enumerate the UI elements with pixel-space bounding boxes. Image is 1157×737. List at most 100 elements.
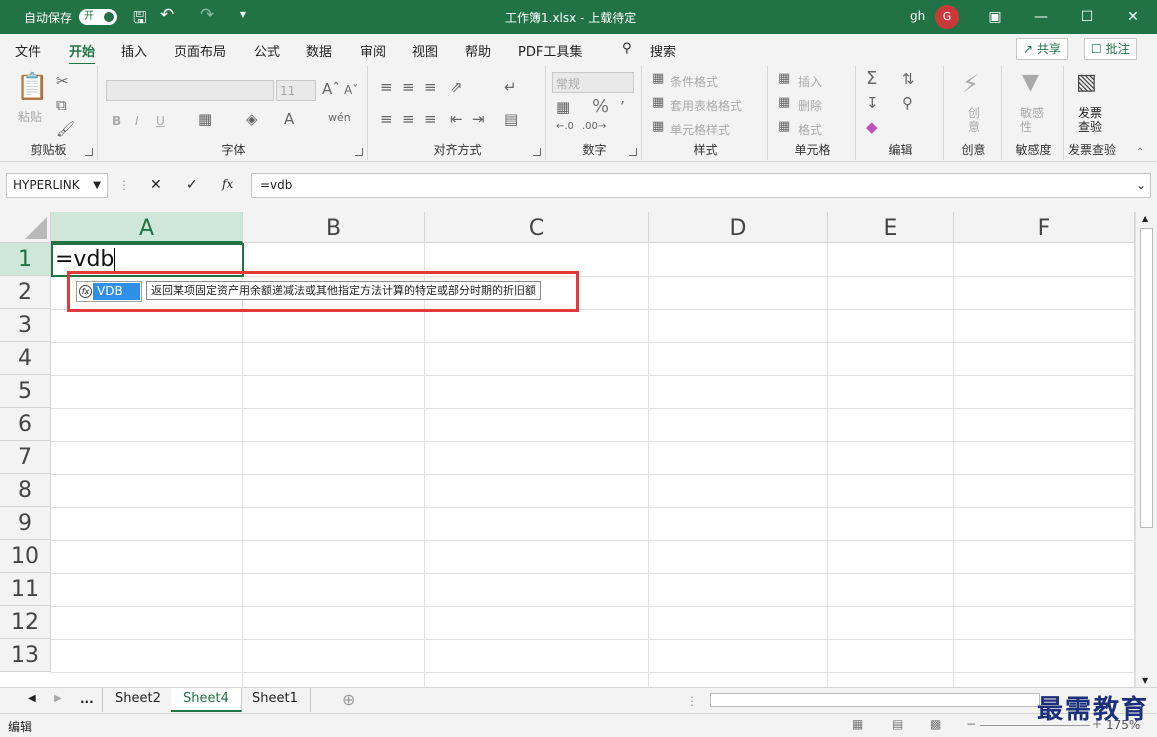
row-header-11[interactable]: 11	[0, 573, 51, 606]
maximize-button[interactable]: ☐	[1074, 4, 1100, 30]
save-icon[interactable]: 🖫	[133, 7, 147, 34]
font-color-icon[interactable]: A	[284, 112, 294, 127]
tab-file[interactable]: 文件	[15, 41, 41, 60]
row-header-7[interactable]: 7	[0, 441, 51, 474]
conditional-format-button[interactable]: 条件格式	[670, 73, 718, 90]
delete-cells-button[interactable]: 删除	[798, 97, 822, 114]
align-top-icon[interactable]: ≡	[380, 80, 393, 95]
page-layout-view-icon[interactable]: ▤	[892, 717, 903, 731]
column-header-c[interactable]: C	[425, 212, 649, 243]
decrease-decimal-icon[interactable]: .00→	[582, 122, 606, 132]
expand-formula-icon[interactable]: ⌄	[1136, 174, 1146, 197]
cell-styles-button[interactable]: 单元格样式	[670, 121, 730, 138]
font-name-combo[interactable]	[106, 80, 274, 101]
paste-icon[interactable]: 📋	[16, 74, 48, 100]
sensitivity-button[interactable]: 敏感 性	[1020, 106, 1044, 134]
comments-button[interactable]: ☐ 批注	[1084, 38, 1137, 60]
row-header-12[interactable]: 12	[0, 606, 51, 639]
row-header-10[interactable]: 10	[0, 540, 51, 573]
clear-icon[interactable]: ◆	[866, 120, 878, 135]
row-header-13[interactable]: 13	[0, 639, 51, 672]
sheet-tab-sheet1[interactable]: Sheet1	[240, 688, 311, 712]
number-format-combo[interactable]: 常规	[552, 72, 634, 93]
sort-filter-icon[interactable]: ⇅	[902, 72, 915, 87]
creative-icon[interactable]: ⚡	[962, 72, 979, 96]
increase-font-icon[interactable]: Aˆ	[322, 82, 340, 97]
phonetic-icon[interactable]: wén	[328, 112, 351, 123]
search-label[interactable]: 搜索	[650, 41, 676, 60]
normal-view-icon[interactable]: ▦	[852, 717, 863, 731]
align-middle-icon[interactable]: ≡	[402, 80, 415, 95]
vertical-scroll-thumb[interactable]	[1140, 228, 1153, 528]
accounting-icon[interactable]: ▦	[556, 100, 570, 115]
name-box[interactable]: HYPERLINK ▼	[6, 173, 108, 198]
row-header-6[interactable]: 6	[0, 408, 51, 441]
scroll-down-icon[interactable]: ▼	[1142, 676, 1148, 685]
horizontal-scrollbar[interactable]	[710, 693, 1040, 707]
decrease-indent-icon[interactable]: ⇤	[450, 112, 463, 127]
row-header-8[interactable]: 8	[0, 474, 51, 507]
borders-icon[interactable]: ▦	[198, 112, 212, 127]
zoom-out-icon[interactable]: −	[966, 717, 976, 731]
next-sheet-icon[interactable]: ▶	[54, 693, 62, 704]
invoice-button[interactable]: 发票 查验	[1078, 106, 1102, 134]
align-right-icon[interactable]: ≡	[424, 112, 437, 127]
tab-help[interactable]: 帮助	[465, 41, 491, 60]
sheet-tab-sheet2[interactable]: Sheet2	[102, 688, 174, 712]
align-bottom-icon[interactable]: ≡	[424, 80, 437, 95]
prev-sheet-icon[interactable]: ◀	[28, 693, 36, 704]
tab-view[interactable]: 视图	[412, 41, 438, 60]
enter-icon[interactable]: ✓	[186, 177, 198, 193]
customize-qat-icon[interactable]: ▾	[240, 7, 246, 21]
bold-button[interactable]: B	[112, 114, 121, 128]
user-name[interactable]: gh	[910, 9, 925, 23]
tab-page-layout[interactable]: 页面布局	[174, 41, 226, 60]
add-sheet-icon[interactable]: ⊕	[342, 690, 355, 709]
percent-button[interactable]: %	[592, 96, 609, 117]
insert-cells-button[interactable]: 插入	[798, 73, 822, 90]
decrease-font-icon[interactable]: Aˇ	[344, 84, 358, 96]
formula-input[interactable]: =vdb ⌄	[251, 173, 1151, 198]
column-header-b[interactable]: B	[243, 212, 425, 243]
row-header-4[interactable]: 4	[0, 342, 51, 375]
invoice-icon[interactable]: ▧	[1076, 72, 1097, 94]
format-painter-icon[interactable]: 🖌	[56, 122, 75, 137]
autosum-icon[interactable]: Σ	[866, 70, 877, 88]
column-header-d[interactable]: D	[649, 212, 828, 243]
close-button[interactable]: ✕	[1120, 4, 1146, 30]
underline-button[interactable]: U	[156, 114, 165, 128]
font-size-combo[interactable]: 11	[276, 80, 316, 101]
insert-function-icon[interactable]: fx	[222, 177, 233, 191]
font-launcher[interactable]	[355, 148, 363, 156]
sheet-tab-sheet4[interactable]: Sheet4	[171, 688, 242, 712]
row-header-1[interactable]: 1	[0, 243, 51, 276]
number-launcher[interactable]	[629, 148, 637, 156]
increase-indent-icon[interactable]: ⇥	[472, 112, 485, 127]
ribbon-display-icon[interactable]: ▣	[982, 4, 1008, 30]
avatar[interactable]: G	[935, 5, 959, 29]
tab-formulas[interactable]: 公式	[254, 41, 280, 60]
comma-icon[interactable]: ’	[620, 100, 625, 115]
tab-insert[interactable]: 插入	[121, 41, 147, 60]
more-sheets-button[interactable]: ...	[80, 692, 94, 706]
redo-icon[interactable]: ↷	[200, 5, 214, 25]
row-header-3[interactable]: 3	[0, 309, 51, 342]
clipboard-launcher[interactable]	[85, 148, 93, 156]
column-header-a[interactable]: A	[51, 212, 243, 243]
alignment-launcher[interactable]	[533, 148, 541, 156]
merge-center-icon[interactable]: ▤	[504, 112, 518, 127]
tab-home[interactable]: 开始	[69, 41, 96, 66]
fill-icon[interactable]: ↧	[866, 96, 879, 111]
cut-icon[interactable]: ✂	[56, 74, 69, 89]
orientation-icon[interactable]: ⇗	[450, 80, 463, 95]
window-title[interactable]: 工作簿1.xlsx - 上载待定	[505, 9, 636, 26]
splitter-handle-icon[interactable]: ⋮	[686, 694, 698, 708]
autosave-toggle[interactable]: 开	[79, 9, 117, 25]
autocomplete-item-vdb[interactable]: VDB	[93, 283, 140, 300]
format-cells-button[interactable]: 格式	[798, 121, 822, 138]
tab-review[interactable]: 审阅	[360, 41, 386, 60]
undo-icon[interactable]: ↶	[160, 5, 174, 25]
page-break-view-icon[interactable]: ▩	[930, 717, 941, 731]
cancel-icon[interactable]: ✕	[150, 177, 162, 193]
creative-button[interactable]: 创 意	[968, 106, 982, 134]
